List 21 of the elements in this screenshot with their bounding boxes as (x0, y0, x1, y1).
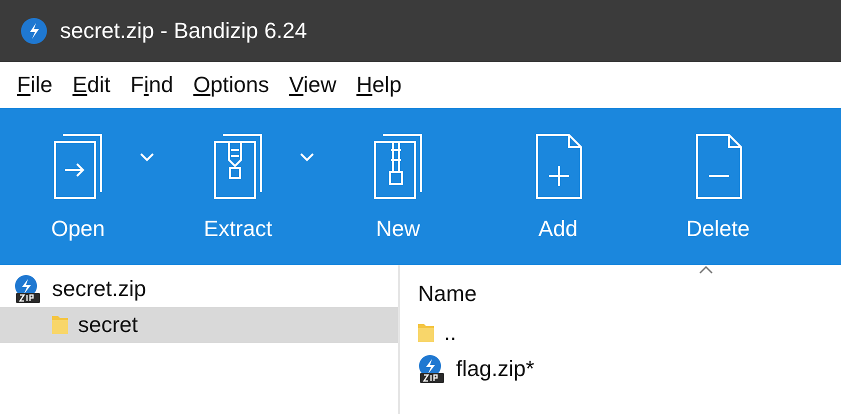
delete-button[interactable]: Delete (668, 108, 768, 265)
menu-item[interactable]: Help (356, 72, 402, 98)
extract-button[interactable]: Extract (188, 108, 288, 265)
menu-item[interactable]: Find (130, 72, 174, 98)
column-header[interactable]: Name (400, 271, 841, 315)
menu-item[interactable]: Edit (72, 72, 110, 98)
menu-item[interactable]: File (17, 72, 52, 98)
tree-item[interactable]: secret (0, 307, 398, 343)
folder-icon (50, 313, 70, 337)
window-title: secret.zip - Bandizip 6.24 (60, 18, 308, 44)
file-row[interactable]: flag.zip* (400, 351, 841, 387)
menu-item[interactable]: View (289, 72, 336, 98)
folder-icon (416, 321, 436, 345)
file-row[interactable]: .. (400, 315, 841, 351)
menu-item[interactable]: Options (193, 72, 270, 98)
open-button[interactable]: Open (28, 108, 128, 265)
sort-ascending-icon (698, 265, 714, 275)
tree-item[interactable]: secret.zip (0, 271, 398, 307)
new-button[interactable]: New (348, 108, 448, 265)
app-icon (20, 17, 48, 45)
add-button[interactable]: Add (508, 108, 608, 265)
